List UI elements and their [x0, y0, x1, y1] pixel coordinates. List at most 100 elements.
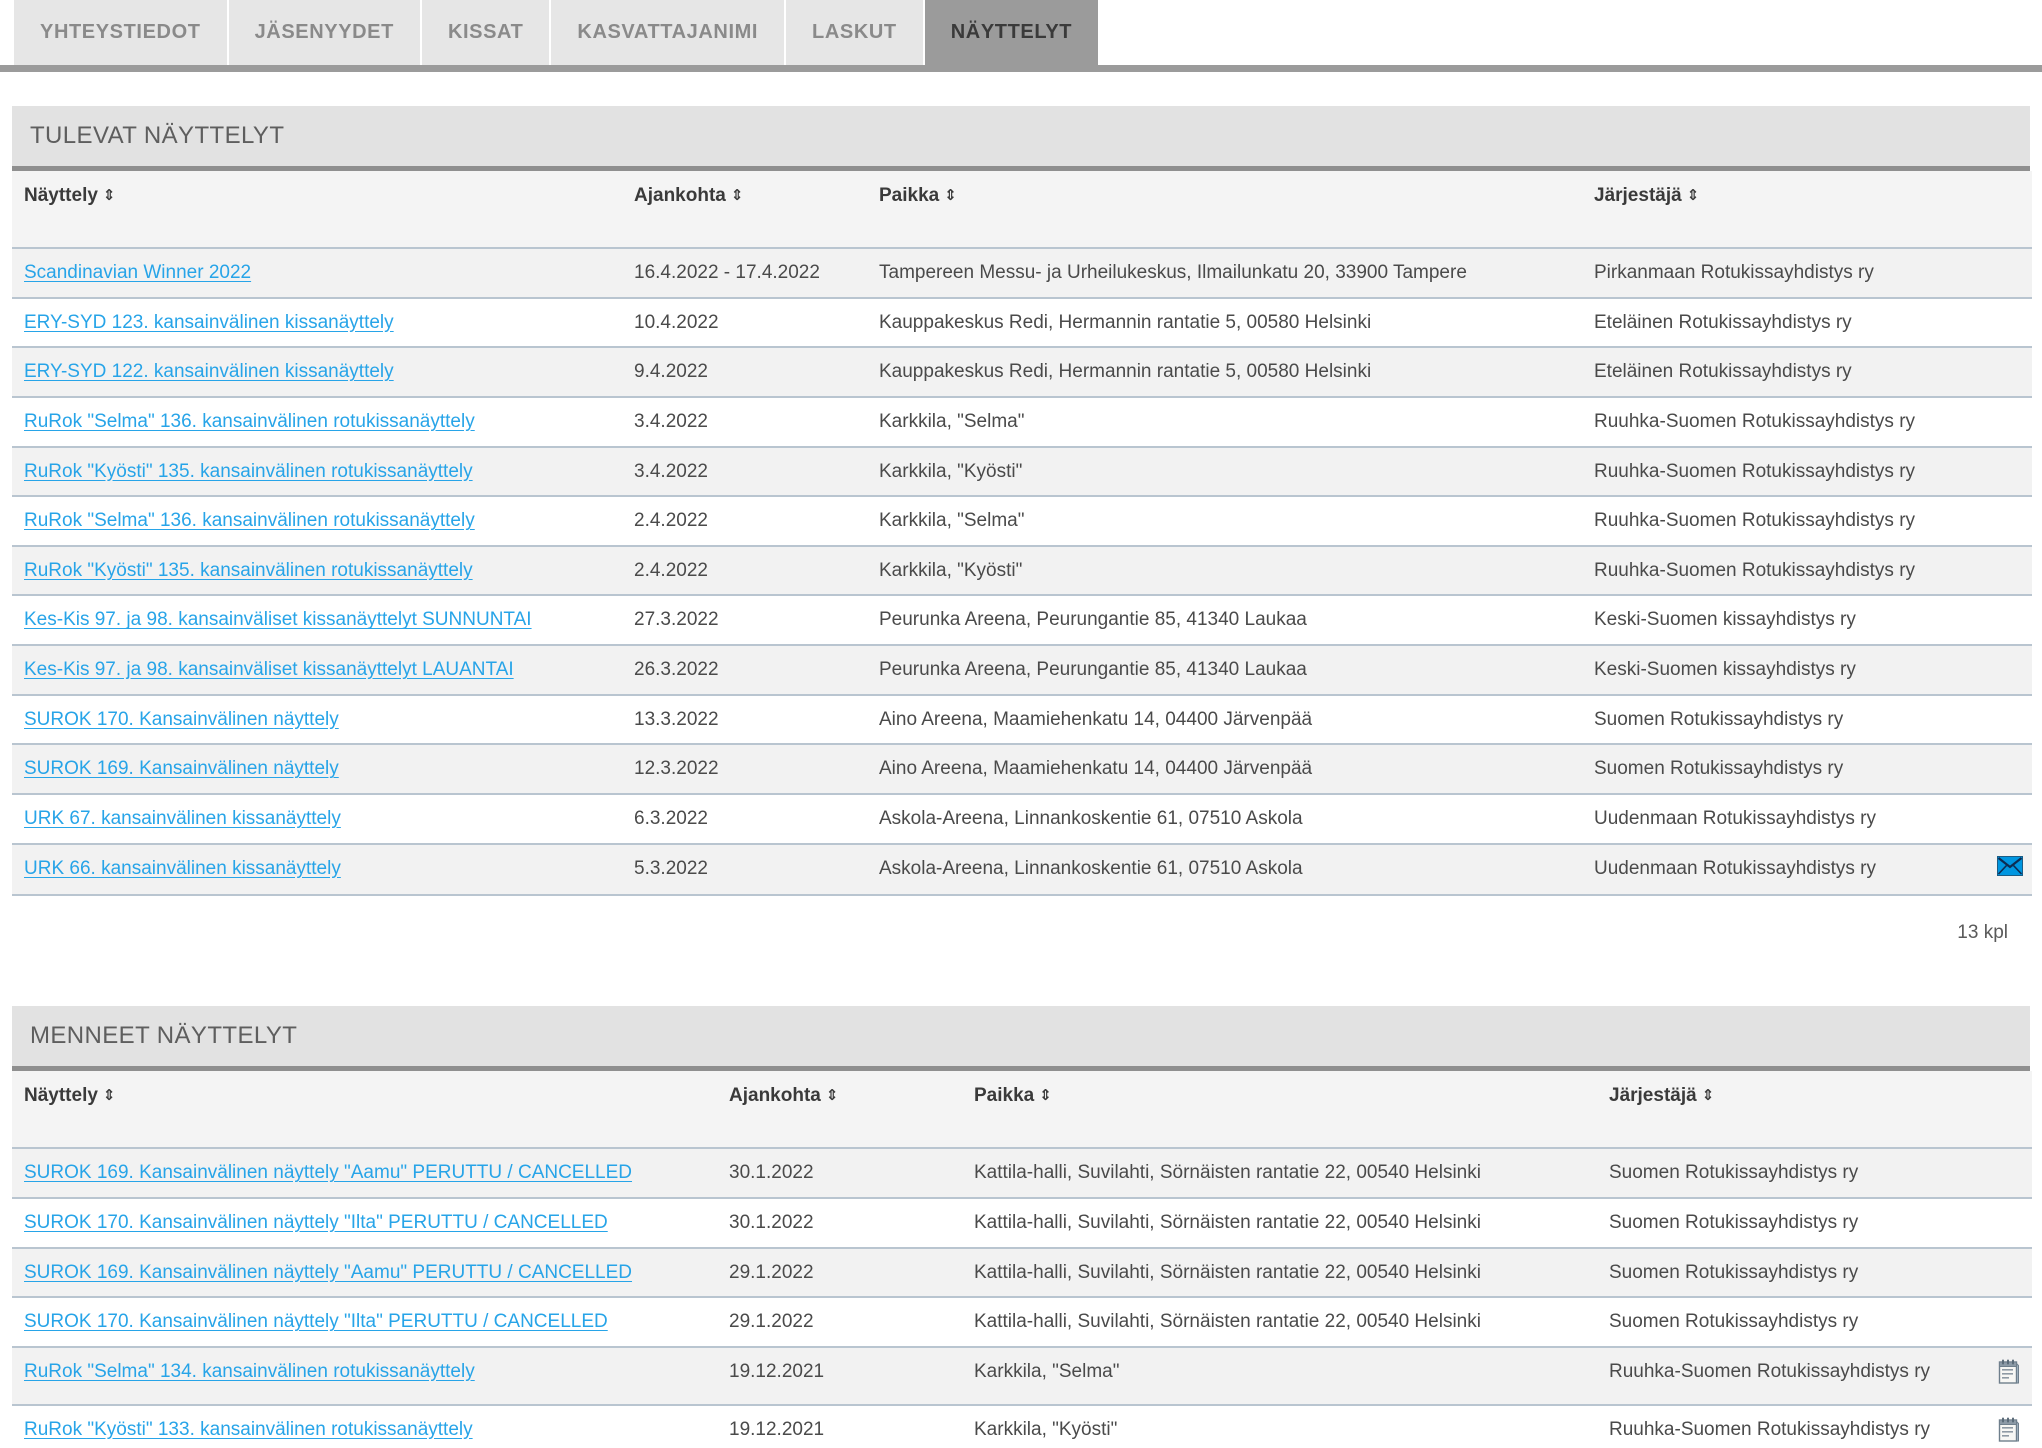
- cell-organizer: Uudenmaan Rotukissayhdistys ry: [1582, 794, 1977, 845]
- cell-icons: [1952, 1404, 2032, 1448]
- cell-icons: [1952, 1247, 2032, 1299]
- cell-organizer: Eteläinen Rotukissayhdistys ry: [1582, 297, 1977, 349]
- sort-toggle-icon[interactable]: ⇕: [103, 1088, 116, 1103]
- tab-jäsenyydet[interactable]: JÄSENYYDET: [228, 0, 422, 65]
- column-header-label: Näyttely: [24, 1085, 98, 1107]
- cell-icons: [1977, 595, 2032, 647]
- past-column-header-näyttely[interactable]: Näyttely ⇕: [12, 1071, 717, 1150]
- cell-show-name: RuRok "Kyösti" 135. kansainvälinen rotuk…: [12, 446, 622, 498]
- tab-label: LASKUT: [812, 21, 897, 43]
- cell-show-name: RuRok "Kyösti" 133. kansainvälinen rotuk…: [12, 1404, 717, 1448]
- show-link[interactable]: Scandinavian Winner 2022: [24, 262, 251, 283]
- show-link[interactable]: URK 67. kansainvälinen kissanäyttely: [24, 808, 341, 829]
- table-row: RuRok "Kyösti" 135. kansainvälinen rotuk…: [12, 446, 2032, 498]
- tab-yhteystiedot[interactable]: YHTEYSTIEDOT: [14, 0, 229, 65]
- past-shows-table: Näyttely ⇕ Ajankohta ⇕ Paikka ⇕ Järjestäjä ⇕ SU…: [12, 1071, 2032, 1448]
- cell-place: Karkkila, "Kyösti": [867, 446, 1582, 498]
- show-link[interactable]: SUROK 169. Kansainvälinen näyttely "Aamu…: [24, 1262, 632, 1283]
- cell-place: Kattila-halli, Suvilahti, Sörnäisten ran…: [962, 1197, 1597, 1249]
- envelope-icon[interactable]: [1997, 855, 2023, 884]
- cell-icons: [1977, 248, 2032, 299]
- show-link[interactable]: SUROK 169. Kansainvälinen näyttely: [24, 758, 339, 779]
- cell-place: Peurunka Areena, Peurungantie 85, 41340 …: [867, 595, 1582, 647]
- cell-date: 3.4.2022: [622, 396, 867, 448]
- upcoming-column-header-järjestäjä[interactable]: Järjestäjä ⇕: [1582, 171, 1977, 249]
- cell-organizer: Suomen Rotukissayhdistys ry: [1597, 1148, 1952, 1199]
- cell-place: Kattila-halli, Suvilahti, Sörnäisten ran…: [962, 1297, 1597, 1348]
- show-link[interactable]: Kes-Kis 97. ja 98. kansainväliset kissan…: [24, 659, 514, 680]
- show-link[interactable]: SUROK 170. Kansainvälinen näyttely "Ilta…: [24, 1212, 608, 1233]
- cell-organizer: Ruuhka-Suomen Rotukissayhdistys ry: [1582, 396, 1977, 448]
- sort-toggle-icon[interactable]: ⇕: [103, 188, 116, 203]
- sort-toggle-icon[interactable]: ⇕: [826, 1088, 839, 1103]
- cell-icons: [1977, 694, 2032, 746]
- past-column-header-järjestäjä[interactable]: Järjestäjä ⇕: [1597, 1071, 1952, 1150]
- document-icon[interactable]: [1998, 1359, 2020, 1393]
- cell-icons: [1977, 794, 2032, 845]
- table-row: Kes-Kis 97. ja 98. kansainväliset kissan…: [12, 595, 2032, 647]
- cell-date: 13.3.2022: [622, 694, 867, 746]
- past-column-header-paikka[interactable]: Paikka ⇕: [962, 1071, 1597, 1150]
- cell-place: Askola-Areena, Linnankoskentie 61, 07510…: [867, 794, 1582, 845]
- cell-organizer: Keski-Suomen kissayhdistys ry: [1582, 645, 1977, 696]
- show-link[interactable]: RuRok "Kyösti" 135. kansainvälinen rotuk…: [24, 461, 473, 482]
- cell-date: 16.4.2022 - 17.4.2022: [622, 248, 867, 299]
- show-link[interactable]: ERY-SYD 123. kansainvälinen kissanäyttel…: [24, 312, 394, 333]
- cell-date: 29.1.2022: [717, 1247, 962, 1299]
- cell-icons: [1977, 297, 2032, 349]
- sort-toggle-icon[interactable]: ⇕: [1687, 188, 1700, 203]
- show-link[interactable]: URK 66. kansainvälinen kissanäyttely: [24, 858, 341, 879]
- cell-date: 19.12.2021: [717, 1404, 962, 1448]
- tab-label: JÄSENYYDET: [254, 21, 394, 43]
- sort-toggle-icon[interactable]: ⇕: [1702, 1088, 1715, 1103]
- cell-show-name: Kes-Kis 97. ja 98. kansainväliset kissan…: [12, 645, 622, 696]
- column-header-label: Järjestäjä: [1609, 1085, 1697, 1107]
- cell-place: Tampereen Messu- ja Urheilukeskus, Ilmai…: [867, 248, 1582, 299]
- sort-toggle-icon[interactable]: ⇕: [944, 188, 957, 203]
- tab-label: KISSAT: [447, 21, 524, 43]
- tab-kasvattajanimi[interactable]: KASVATTAJANIMI: [551, 0, 787, 65]
- tab-label: KASVATTAJANIMI: [577, 21, 759, 43]
- show-link[interactable]: SUROK 170. Kansainvälinen näyttely "Ilta…: [24, 1311, 608, 1332]
- cell-place: Peurunka Areena, Peurungantie 85, 41340 …: [867, 645, 1582, 696]
- show-link[interactable]: ERY-SYD 122. kansainvälinen kissanäyttel…: [24, 361, 394, 382]
- show-link[interactable]: RuRok "Selma" 136. kansainvälinen rotuki…: [24, 510, 475, 531]
- table-row: ERY-SYD 123. kansainvälinen kissanäyttel…: [12, 297, 2032, 349]
- show-link[interactable]: SUROK 169. Kansainvälinen näyttely "Aamu…: [24, 1162, 632, 1183]
- upcoming-column-header-ajankohta[interactable]: Ajankohta ⇕: [622, 171, 867, 249]
- sort-toggle-icon[interactable]: ⇕: [731, 188, 744, 203]
- cell-show-name: SUROK 169. Kansainvälinen näyttely: [12, 744, 622, 796]
- cell-show-name: ERY-SYD 123. kansainvälinen kissanäyttel…: [12, 297, 622, 349]
- cell-place: Askola-Areena, Linnankoskentie 61, 07510…: [867, 843, 1582, 897]
- upcoming-shows-section: TULEVAT NÄYTTELYT Näyttely ⇕ Ajankohta ⇕ Pai…: [12, 106, 2032, 944]
- cell-icons: [1952, 1297, 2032, 1348]
- cell-date: 26.3.2022: [622, 645, 867, 696]
- tab-kissat[interactable]: KISSAT: [421, 0, 552, 65]
- cell-date: 3.4.2022: [622, 446, 867, 498]
- show-link[interactable]: RuRok "Selma" 136. kansainvälinen rotuki…: [24, 411, 475, 432]
- show-link[interactable]: RuRok "Selma" 134. kansainvälinen rotuki…: [24, 1361, 475, 1382]
- sort-toggle-icon[interactable]: ⇕: [1039, 1088, 1052, 1103]
- table-row: RuRok "Selma" 134. kansainvälinen rotuki…: [12, 1346, 2032, 1406]
- tab-laskut[interactable]: LASKUT: [786, 0, 925, 65]
- main-tabbar: YHTEYSTIEDOT JÄSENYYDET KISSAT KASVATTAJANI…: [0, 0, 2042, 72]
- cell-icons: [1977, 843, 2032, 897]
- cell-icons: [1977, 645, 2032, 696]
- past-column-header-ajankohta[interactable]: Ajankohta ⇕: [717, 1071, 962, 1150]
- cell-show-name: SUROK 169. Kansainvälinen näyttely "Aamu…: [12, 1148, 717, 1199]
- cell-date: 5.3.2022: [622, 843, 867, 897]
- cell-show-name: RuRok "Selma" 136. kansainvälinen rotuki…: [12, 496, 622, 547]
- table-row: URK 66. kansainvälinen kissanäyttely 5.3.…: [12, 843, 2032, 897]
- show-link[interactable]: RuRok "Kyösti" 135. kansainvälinen rotuk…: [24, 560, 473, 581]
- show-link[interactable]: Kes-Kis 97. ja 98. kansainväliset kissan…: [24, 609, 532, 630]
- cell-show-name: ERY-SYD 122. kansainvälinen kissanäyttel…: [12, 347, 622, 398]
- cell-date: 9.4.2022: [622, 347, 867, 398]
- upcoming-column-header-paikka[interactable]: Paikka ⇕: [867, 171, 1582, 249]
- cell-organizer: Eteläinen Rotukissayhdistys ry: [1582, 347, 1977, 398]
- document-icon[interactable]: [1998, 1417, 2020, 1448]
- upcoming-column-header-näyttely[interactable]: Näyttely ⇕: [12, 171, 622, 249]
- tab-näyttelyt[interactable]: NÄYTTELYT: [924, 0, 1099, 65]
- show-link[interactable]: RuRok "Kyösti" 133. kansainvälinen rotuk…: [24, 1419, 473, 1440]
- cell-show-name: Kes-Kis 97. ja 98. kansainväliset kissan…: [12, 595, 622, 647]
- show-link[interactable]: SUROK 170. Kansainvälinen näyttely: [24, 709, 339, 730]
